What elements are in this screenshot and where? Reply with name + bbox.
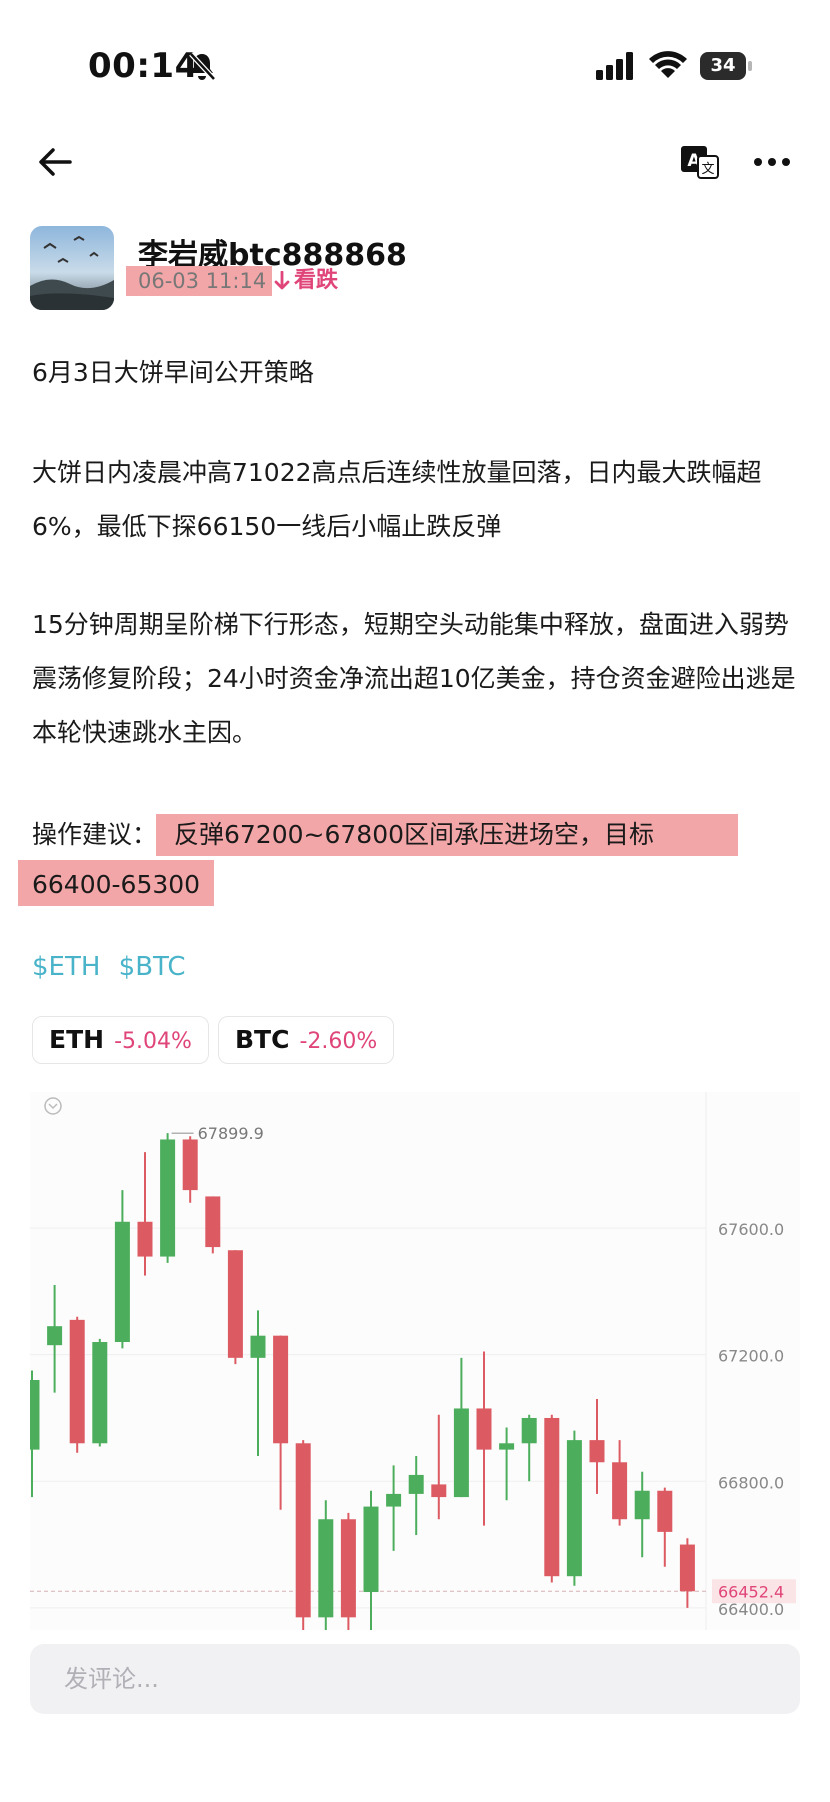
candle-body [114,1221,130,1343]
battery-level: 34 [710,55,736,76]
advice-text: 反弹67200~67800区间承压进场空，目标 [174,820,655,849]
candle-body [476,1408,492,1450]
candle-body [431,1484,447,1498]
candle-body [612,1462,628,1520]
candle-body [160,1139,176,1257]
ticker-chip-eth[interactable]: ETH -5.04% [32,1016,209,1064]
translate-icon[interactable]: A 文 [680,142,720,182]
comment-placeholder: 发评论... [64,1665,159,1693]
top-nav: A 文 [0,130,830,200]
wifi-icon [649,51,687,78]
post-title: 6月3日大饼早间公开策略 [32,358,314,387]
price-tick-label: 67600.0 [718,1220,784,1239]
bell-muted-icon [189,52,216,81]
last-price-label: 66452.4 [718,1582,784,1601]
tag-btc[interactable]: $BTC [119,952,186,982]
candlestick-chart[interactable]: 67600.067200.066800.066400.067899.966452… [24,1092,800,1630]
ticker-symbol: BTC [235,1025,290,1054]
candle-body [24,1379,40,1450]
high-price-label: 67899.9 [198,1124,264,1143]
post-tags: $ETH $BTC [32,952,196,982]
candle-body [386,1493,402,1507]
back-arrow-icon[interactable] [34,140,78,184]
candle-body [499,1443,515,1450]
candle-body [92,1342,108,1444]
candle-body [250,1335,266,1358]
candle-body [408,1474,424,1494]
candle-body [544,1417,560,1577]
post-paragraph-1: 大饼日内凌晨冲高71022高点后连续性放量回落，日内最大跌幅超6%，最低下探66… [32,458,762,541]
ticker-chip-btc[interactable]: BTC -2.60% [218,1016,395,1064]
ticker-change: -2.60% [299,1029,378,1054]
trend-down-icon [274,270,290,290]
svg-text:文: 文 [701,162,714,177]
price-tick-label: 66800.0 [718,1473,784,1492]
battery-icon: 34 [700,52,752,80]
candle-body [182,1139,198,1191]
candle-body [227,1250,243,1358]
candle-body [363,1506,379,1593]
cellular-signal-icon [596,52,633,80]
more-options-icon[interactable] [752,142,792,182]
candle-body [679,1544,695,1592]
comment-input[interactable]: 发评论... [30,1644,800,1714]
ticker-change: -5.04% [114,1029,192,1054]
candle-body [273,1335,289,1444]
collapse-chart-icon[interactable] [44,1097,62,1115]
post-timestamp: 06-03 11:14 [126,266,272,296]
advice-target: 66400-65300 [32,870,201,899]
sentiment-label: 看跌 [294,268,339,293]
candle-body [318,1519,334,1618]
candle-body [69,1319,85,1444]
candle-body [340,1519,356,1618]
status-bar: 00:14 34 [0,0,830,130]
candle-body [566,1440,582,1577]
chevron-down-icon [48,1103,58,1110]
candle-body [47,1326,63,1346]
status-time: 00:14 [88,46,199,86]
candle-body [295,1443,311,1618]
post-paragraph-2: 15分钟周期呈阶梯下行形态，短期空头动能集中释放，盘面进入弱势震荡修复阶段；24… [32,610,796,747]
price-chart[interactable]: 67600.0 67200.0 66800.0 66400.0 67899.9 66452… [24,1092,800,1630]
tag-eth[interactable]: $ETH [32,952,100,982]
candle-body [657,1490,673,1532]
sentiment-badge: 看跌 [274,266,338,296]
author-avatar[interactable] [30,226,114,310]
candle-body [453,1408,469,1498]
candle-body [589,1440,605,1463]
candle-body [205,1196,221,1248]
ticker-symbol: ETH [49,1025,105,1054]
advice-label: 操作建议： [32,820,158,849]
candle-body [137,1221,153,1257]
candle-body [521,1417,537,1444]
candle-body [634,1490,650,1520]
price-tick-label: 67200.0 [718,1347,784,1366]
